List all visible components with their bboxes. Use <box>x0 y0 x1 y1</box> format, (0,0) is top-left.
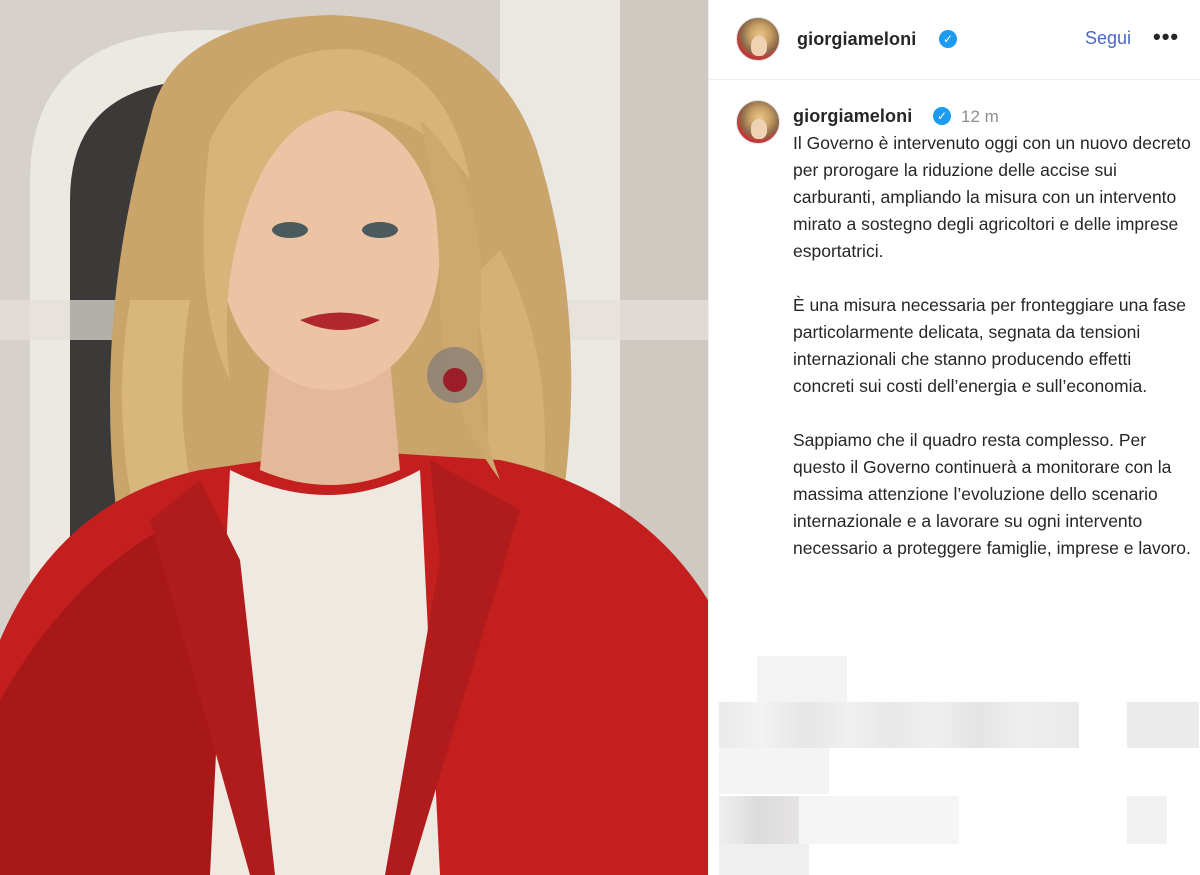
follow-button[interactable]: Segui <box>1085 28 1131 49</box>
verified-badge-icon: ✓ <box>939 30 957 48</box>
post-timestamp[interactable]: 12 m <box>961 107 999 127</box>
post-panel: giorgiameloni ✓ Segui ••• giorgiameloni … <box>708 0 1200 875</box>
caption-author-avatar[interactable] <box>736 100 780 144</box>
post-caption: Il Governo è intervenuto oggi con un nuo… <box>793 130 1193 589</box>
caption-paragraph: È una misura necessaria per fronteggiare… <box>793 295 1187 396</box>
post-photo[interactable] <box>0 0 708 875</box>
caption-verified-badge-icon: ✓ <box>933 107 951 125</box>
caption-author-username[interactable]: giorgiameloni <box>793 106 912 127</box>
author-avatar[interactable] <box>736 17 780 61</box>
author-username[interactable]: giorgiameloni <box>797 29 916 50</box>
caption-paragraph: Sappiamo che il quadro resta complesso. … <box>793 430 1191 558</box>
more-options-icon[interactable]: ••• <box>1153 24 1179 50</box>
portrait-image <box>0 0 708 875</box>
caption-paragraph: Il Governo è intervenuto oggi con un nuo… <box>793 133 1191 261</box>
post-header: giorgiameloni ✓ Segui ••• <box>709 0 1200 80</box>
